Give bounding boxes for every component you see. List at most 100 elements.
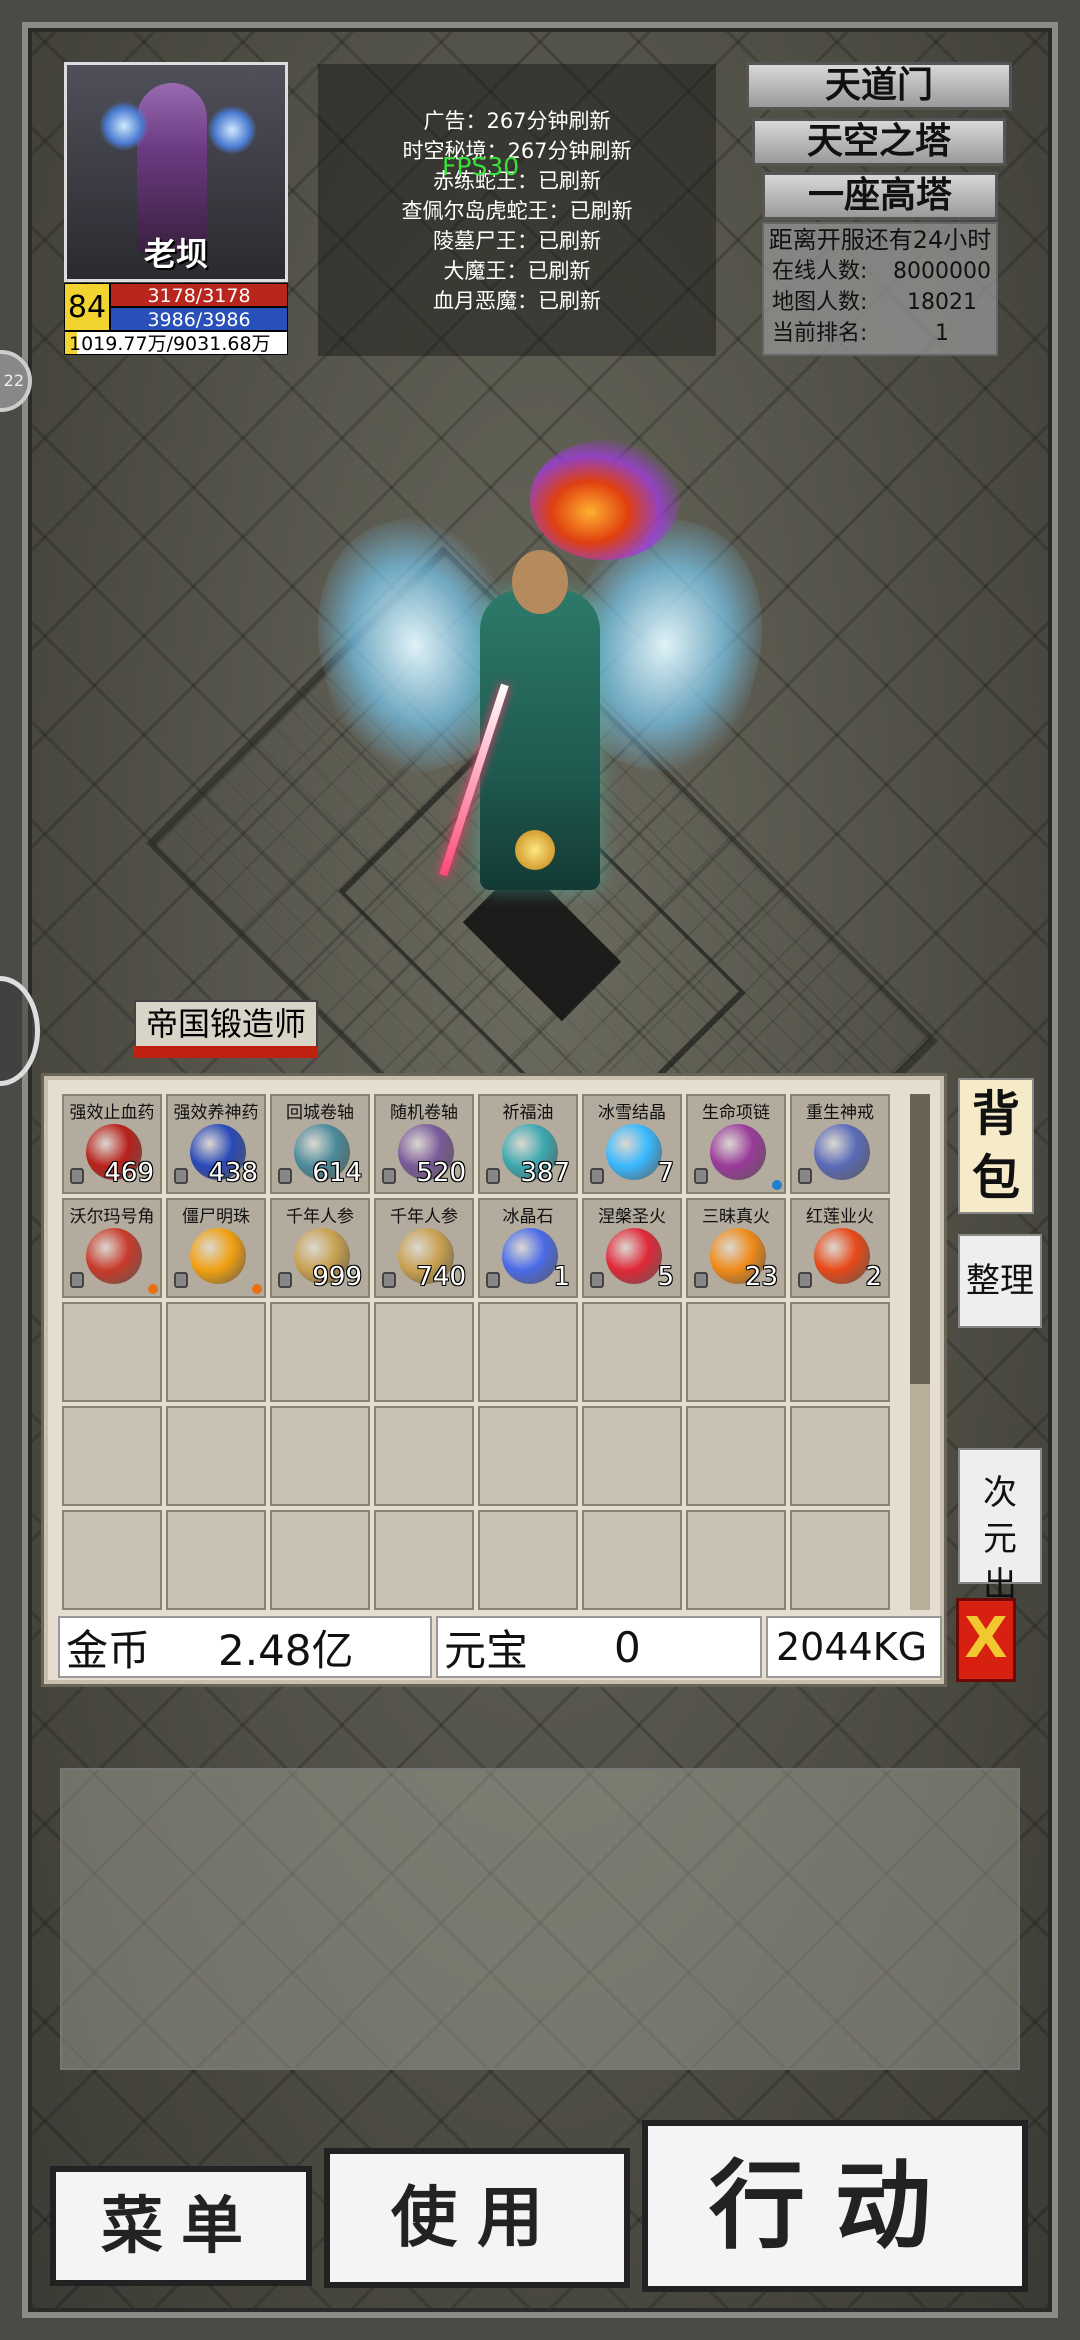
map-count-label: 地图人数: bbox=[772, 290, 868, 315]
item-name: 沃尔玛号角 bbox=[69, 1207, 155, 1227]
magic-glow-icon bbox=[207, 105, 257, 155]
ice-crystal-icon bbox=[606, 1124, 662, 1180]
inventory-slot[interactable]: 随机卷轴 520 bbox=[374, 1094, 474, 1194]
bag-weight: 2044KG bbox=[766, 1616, 942, 1678]
mp-bar: 3986/3986 bbox=[110, 307, 288, 331]
item-name: 涅槃圣火 bbox=[598, 1207, 666, 1227]
hero-head bbox=[512, 550, 568, 614]
empty-inventory-slot[interactable] bbox=[270, 1406, 370, 1506]
red-crystal-icon bbox=[606, 1228, 662, 1284]
empty-inventory-slot[interactable] bbox=[790, 1406, 890, 1506]
inventory-slot[interactable]: 僵尸明珠 bbox=[166, 1198, 266, 1298]
rank-value: 1 bbox=[935, 321, 949, 346]
empty-inventory-slot[interactable] bbox=[374, 1510, 474, 1610]
gold-label: 金币 bbox=[66, 1625, 151, 1675]
server-info-panel: 距离开服还有24小时 在线人数: 8000000 地图人数: 18021 当前排名:… bbox=[762, 222, 998, 356]
sell-button[interactable]: 次元出售 bbox=[958, 1448, 1042, 1651]
empty-inventory-slot[interactable] bbox=[686, 1406, 786, 1506]
empty-inventory-slot[interactable] bbox=[166, 1302, 266, 1402]
empty-inventory-slot[interactable] bbox=[790, 1510, 890, 1610]
chat-log-area[interactable] bbox=[60, 1768, 1020, 2070]
bind-lock-icon bbox=[278, 1272, 292, 1288]
item-count: 469 bbox=[104, 1158, 154, 1188]
item-name: 千年人参 bbox=[286, 1207, 354, 1227]
inventory-slot[interactable]: 重生神戒 bbox=[790, 1094, 890, 1194]
item-name: 祈福油 bbox=[502, 1103, 554, 1123]
item-count: 7 bbox=[657, 1158, 674, 1188]
empty-inventory-slot[interactable] bbox=[582, 1406, 682, 1506]
empty-inventory-slot[interactable] bbox=[270, 1302, 370, 1402]
empty-inventory-slot[interactable] bbox=[374, 1406, 474, 1506]
inventory-slot[interactable]: 千年人参 999 bbox=[270, 1198, 370, 1298]
notice-line: 血月恶魔：已刷新 bbox=[433, 289, 601, 313]
empty-inventory-slot[interactable] bbox=[166, 1406, 266, 1506]
empty-inventory-slot[interactable] bbox=[374, 1302, 474, 1402]
item-count: 614 bbox=[312, 1158, 362, 1188]
inventory-slot[interactable]: 三昧真火 23 bbox=[686, 1198, 786, 1298]
empty-inventory-slot[interactable] bbox=[478, 1406, 578, 1506]
notice-line: 陵墓尸王：已刷新 bbox=[433, 229, 601, 253]
map-button-sky-tower[interactable]: 天空之塔 bbox=[752, 118, 1006, 166]
empty-inventory-slot[interactable] bbox=[478, 1302, 578, 1402]
item-name: 回城卷轴 bbox=[286, 1103, 354, 1123]
empty-inventory-slot[interactable] bbox=[686, 1510, 786, 1610]
sort-button[interactable]: 整理 bbox=[958, 1234, 1042, 1328]
close-inventory-button[interactable]: X bbox=[956, 1598, 1016, 1682]
notice-line: 广告：267分钟刷新 bbox=[423, 109, 611, 133]
inventory-slot[interactable]: 生命项链 bbox=[686, 1094, 786, 1194]
yuanbao-field: 元宝 0 bbox=[436, 1616, 762, 1678]
item-name: 三昧真火 bbox=[702, 1207, 770, 1227]
ice-stone-icon bbox=[502, 1228, 558, 1284]
bag-tab-button[interactable]: 背包 bbox=[958, 1078, 1034, 1214]
scroll-thumb[interactable] bbox=[910, 1094, 930, 1384]
bind-lock-icon bbox=[590, 1168, 604, 1184]
inventory-slot[interactable]: 强效止血药 469 bbox=[62, 1094, 162, 1194]
empty-inventory-slot[interactable] bbox=[478, 1510, 578, 1610]
inventory-slot[interactable]: 祈福油 387 bbox=[478, 1094, 578, 1194]
map-button-high-tower[interactable]: 一座高塔 bbox=[762, 172, 998, 220]
item-name: 生命项链 bbox=[702, 1103, 770, 1123]
use-button[interactable]: 使用 bbox=[324, 2148, 630, 2288]
empty-inventory-slot[interactable] bbox=[790, 1302, 890, 1402]
npc-name-label[interactable]: 帝国锻造师 bbox=[134, 1000, 318, 1050]
player-name: 老坝 bbox=[143, 235, 208, 273]
empty-inventory-slot[interactable] bbox=[166, 1510, 266, 1610]
inventory-scrollbar[interactable] bbox=[910, 1094, 930, 1610]
empty-inventory-slot[interactable] bbox=[62, 1302, 162, 1402]
item-name: 随机卷轴 bbox=[390, 1103, 458, 1123]
item-count: 387 bbox=[520, 1158, 570, 1188]
menu-button[interactable]: 菜单 bbox=[50, 2166, 312, 2286]
empty-inventory-slot[interactable] bbox=[686, 1302, 786, 1402]
inventory-slot[interactable]: 千年人参 740 bbox=[374, 1198, 474, 1298]
gold-value: 2.48亿 bbox=[218, 1625, 354, 1675]
fps-counter: FPS30 bbox=[442, 152, 520, 181]
yuanbao-label: 元宝 bbox=[444, 1625, 529, 1675]
inventory-slot[interactable]: 红莲业火 2 bbox=[790, 1198, 890, 1298]
action-button[interactable]: 行动 bbox=[642, 2120, 1028, 2292]
inventory-slot[interactable]: 回城卷轴 614 bbox=[270, 1094, 370, 1194]
empty-inventory-slot[interactable] bbox=[62, 1510, 162, 1610]
empty-inventory-slot[interactable] bbox=[270, 1510, 370, 1610]
empty-inventory-slot[interactable] bbox=[62, 1406, 162, 1506]
item-count: 23 bbox=[744, 1262, 778, 1292]
inventory-grid: 强效止血药 469 强效养神药 438 回城卷轴 614 随机卷轴 520 祈福油 387 冰雪结晶… bbox=[62, 1094, 902, 1610]
item-quality-dot bbox=[252, 1284, 262, 1294]
player-stats: 84 3178/3178 3986/3986 1019.77万/9031.68万 bbox=[64, 283, 288, 355]
empty-inventory-slot[interactable] bbox=[582, 1302, 682, 1402]
bind-lock-icon bbox=[382, 1272, 396, 1288]
bind-lock-icon bbox=[694, 1272, 708, 1288]
map-button-tiandaomen[interactable]: 天道门 bbox=[746, 62, 1012, 110]
item-count: 5 bbox=[657, 1262, 674, 1292]
magic-glow-icon bbox=[99, 101, 149, 151]
inventory-slot[interactable]: 涅槃圣火 5 bbox=[582, 1198, 682, 1298]
player-portrait[interactable]: 老坝 bbox=[64, 62, 288, 282]
inventory-slot[interactable]: 冰雪结晶 7 bbox=[582, 1094, 682, 1194]
inventory-slot[interactable]: 沃尔玛号角 bbox=[62, 1198, 162, 1298]
bind-lock-icon bbox=[694, 1168, 708, 1184]
inventory-slot[interactable]: 强效养神药 438 bbox=[166, 1094, 266, 1194]
item-name: 冰雪结晶 bbox=[598, 1103, 666, 1123]
pearl-icon bbox=[190, 1228, 246, 1284]
empty-inventory-slot[interactable] bbox=[582, 1510, 682, 1610]
inventory-slot[interactable]: 冰晶石 1 bbox=[478, 1198, 578, 1298]
item-count: 740 bbox=[416, 1262, 466, 1292]
